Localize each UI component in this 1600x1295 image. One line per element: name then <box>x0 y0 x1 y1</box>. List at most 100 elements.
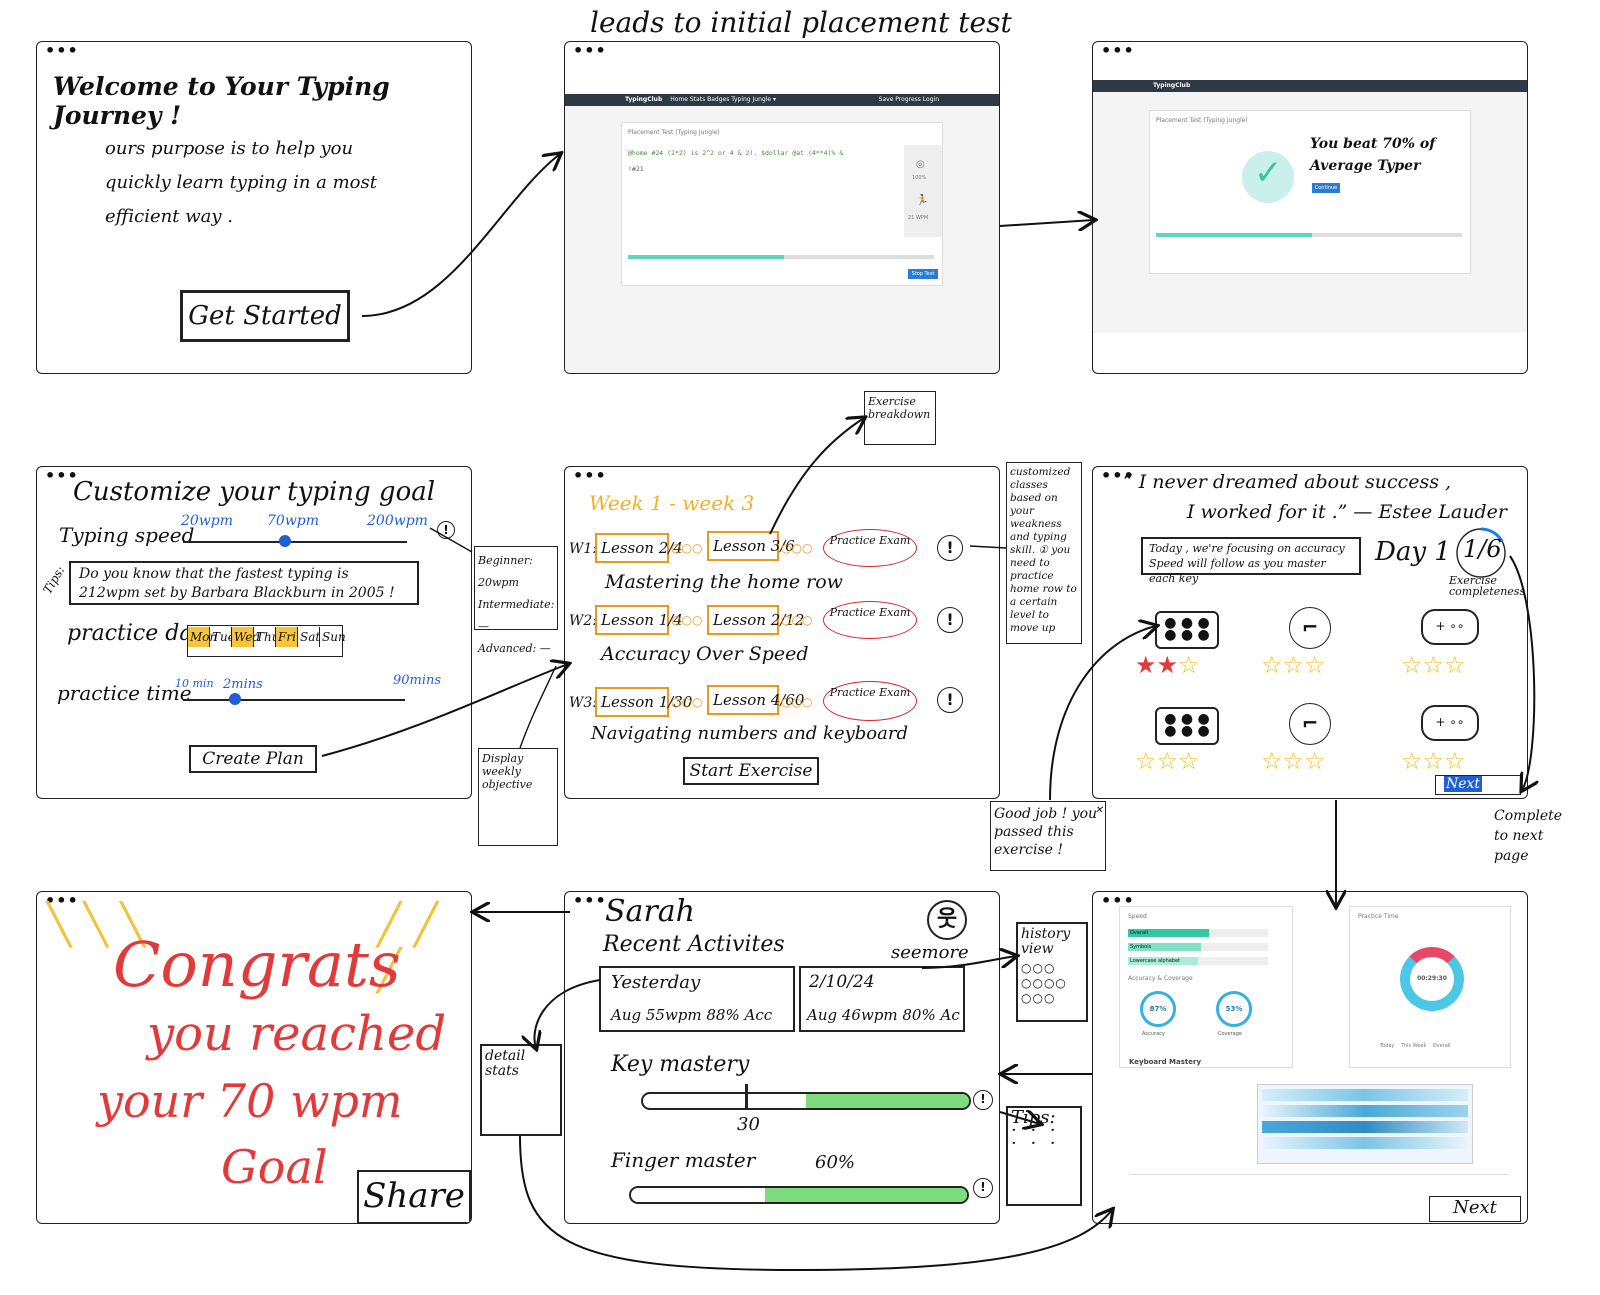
screen-congrats: ••• ╲ ╲ ╲ ╱ ╱ ╱ Congrats you reached you… <box>36 891 472 1224</box>
top-nav: TypingClub Home Stats Badges Typing Jungl… <box>565 94 999 106</box>
finger-mastery-fill <box>765 1188 967 1202</box>
stop-test-button[interactable]: Stop Test <box>908 269 938 279</box>
result-card: Placement Test (Typing Jungle) ✓ You bea… <box>1149 110 1471 274</box>
level-intermediate: Intermediate: — <box>478 598 555 633</box>
card-title: Placement Test (Typing Jungle) <box>628 129 720 136</box>
create-plan-button[interactable]: Create Plan <box>189 745 317 773</box>
keyboard-mastery-title: Keyboard Mastery <box>1129 1058 1202 1066</box>
keyboard-icon[interactable]: ● ● ● ● ● ● <box>1155 611 1219 649</box>
share-button[interactable]: Share <box>357 1170 471 1223</box>
acc-cov-title: Accuracy & Coverage <box>1128 975 1193 982</box>
info-icon-key[interactable]: ! <box>973 1090 993 1110</box>
activity-1-stats: Aug 55wpm 88% Acc <box>611 1006 773 1024</box>
tab-overall[interactable]: Overall <box>1433 1043 1451 1049</box>
screen-day-exercise: ••• “ I never dreamed about success , I … <box>1092 466 1528 799</box>
practice-exam-w3[interactable]: Practice Exam <box>823 681 917 721</box>
start-exercise-button[interactable]: Start Exercise <box>683 757 819 785</box>
key-row-2 <box>1262 1105 1468 1117</box>
day-wed[interactable]: Wed <box>232 627 260 647</box>
lesson-w2-b[interactable]: Lesson 2/12 <box>707 605 804 635</box>
next-label: Next <box>1444 776 1483 792</box>
stars-row-1b: ☆☆☆ <box>1261 651 1326 679</box>
typing-text[interactable]: @home #24 (2*2) is 2^2 or 4 & 2!. $dolla… <box>628 149 868 157</box>
nav-links[interactable]: Home Stats Badges Typing Jungle ▾ <box>670 96 776 103</box>
practice-exam-w2[interactable]: Practice Exam <box>823 601 917 639</box>
connector-dots: ○○○ <box>781 613 813 627</box>
gamepad-icon[interactable]: + ∘∘ <box>1421 609 1479 645</box>
goal-title: Customize your typing goal <box>73 477 436 507</box>
info-icon[interactable]: ! <box>437 521 455 539</box>
day-tue[interactable]: Tue <box>210 627 235 647</box>
star-icon: ☆ <box>1178 747 1200 775</box>
info-icon-w2[interactable]: ! <box>937 607 963 633</box>
activity-card-date[interactable]: 2/10/24 Aug 46wpm 80% Ac <box>799 966 965 1032</box>
day-mon[interactable]: Mon <box>188 627 217 647</box>
speed-row-2: Symbols <box>1128 943 1268 951</box>
lesson-w3-a[interactable]: Lesson 1/30 <box>595 687 692 717</box>
practice-time-title: Practice Time <box>1358 913 1399 920</box>
focus-message: Today , we're focusing on accuracy Speed… <box>1141 537 1361 585</box>
time-slider-thumb[interactable] <box>229 693 241 705</box>
level-beginner: Beginner: 20wpm <box>478 554 533 589</box>
brand-logo[interactable]: TypingClub <box>625 96 662 103</box>
progress-bar <box>1156 233 1462 237</box>
see-more-link[interactable]: seemore <box>891 942 969 963</box>
star-icon: ☆ <box>1261 651 1283 679</box>
gamepad-icon[interactable]: + ∘∘ <box>1421 705 1479 741</box>
speed-tick-mid: 70wpm <box>267 513 320 529</box>
tips-row <box>1129 1174 1509 1193</box>
continue-button[interactable]: Continue <box>1312 183 1340 193</box>
avatar-icon[interactable]: 웃 <box>927 900 967 940</box>
next-button[interactable]: Next <box>1429 1196 1521 1222</box>
time-slider-track[interactable] <box>183 699 405 701</box>
star-icon: ★ <box>1135 651 1157 679</box>
day-thu[interactable]: Thu <box>254 627 279 647</box>
key-mastery-marker <box>745 1084 748 1110</box>
lesson-w2-a[interactable]: Lesson 1/4 <box>595 605 683 635</box>
info-icon-w3[interactable]: ! <box>937 687 963 713</box>
tab-this-week[interactable]: This Week <box>1401 1043 1427 1049</box>
user-name: Sarah <box>605 894 695 929</box>
typing-text-2[interactable]: !#21 <box>628 165 644 173</box>
day-sun[interactable]: Sun <box>320 627 346 647</box>
lesson-w1-a[interactable]: Lesson 2/4 <box>595 533 683 563</box>
info-icon-w1[interactable]: ! <box>937 535 963 561</box>
lesson-w1-b[interactable]: Lesson 3/6 <box>707 531 795 561</box>
accuracy-label: Accuracy <box>1142 1031 1165 1037</box>
welcome-body: ours purpose is to help you quickly lear… <box>105 138 377 227</box>
screen-weekly-plan: ••• Week 1 - week 3 W1: Lesson 2/4 ○○○ L… <box>564 466 1000 799</box>
progress-fill <box>1156 233 1313 237</box>
brand-logo[interactable]: TypingClub <box>1153 82 1190 89</box>
screen-welcome: ••• Welcome to Your Typing Journey ! our… <box>36 41 472 374</box>
clock-icon[interactable]: ⌐ <box>1289 607 1331 649</box>
star-icon: ☆ <box>1156 747 1179 775</box>
speed-slider-track[interactable] <box>183 541 407 543</box>
activity-card-yesterday[interactable]: Yesterday Aug 55wpm 88% Acc <box>599 966 795 1032</box>
star-icon: ☆ <box>1422 651 1445 679</box>
tab-today[interactable]: Today <box>1380 1043 1394 1049</box>
nav-right-links[interactable]: Save Progress Login <box>879 94 939 106</box>
lesson-w3-b[interactable]: Lesson 4/60 <box>707 685 804 715</box>
star-icon: ☆ <box>1444 747 1466 775</box>
popup-text: Good job ! you passed this exercise ! <box>994 806 1098 858</box>
congrats-title: Congrats <box>113 928 401 1001</box>
connector-dots: ○○○ <box>671 695 703 709</box>
tips-note: Tips: · · · · · · <box>1006 1106 1082 1206</box>
tips-label: Tips: <box>40 563 68 597</box>
recent-activities-title: Recent Activites <box>603 932 785 957</box>
key-row-1 <box>1262 1089 1468 1101</box>
day-sat[interactable]: Sat <box>298 627 320 647</box>
close-icon[interactable]: ✕ <box>1095 802 1103 820</box>
speed-slider-thumb[interactable] <box>279 535 291 547</box>
get-started-button[interactable]: Get Started <box>180 290 350 342</box>
next-button[interactable]: Next <box>1435 775 1521 795</box>
star-icon: ☆ <box>1401 747 1423 775</box>
star-icon: ☆ <box>1178 651 1200 679</box>
info-icon-finger[interactable]: ! <box>973 1178 993 1198</box>
practice-exam-w1[interactable]: Practice Exam <box>823 529 917 567</box>
congrats-line-2: you reached <box>147 1006 447 1062</box>
keyboard-icon[interactable]: ● ● ● ● ● ● <box>1155 707 1219 745</box>
welcome-title: Welcome to Your Typing Journey ! <box>53 72 390 130</box>
clock-icon[interactable]: ⌐ <box>1289 703 1331 745</box>
day-fri[interactable]: Fri <box>276 627 298 647</box>
